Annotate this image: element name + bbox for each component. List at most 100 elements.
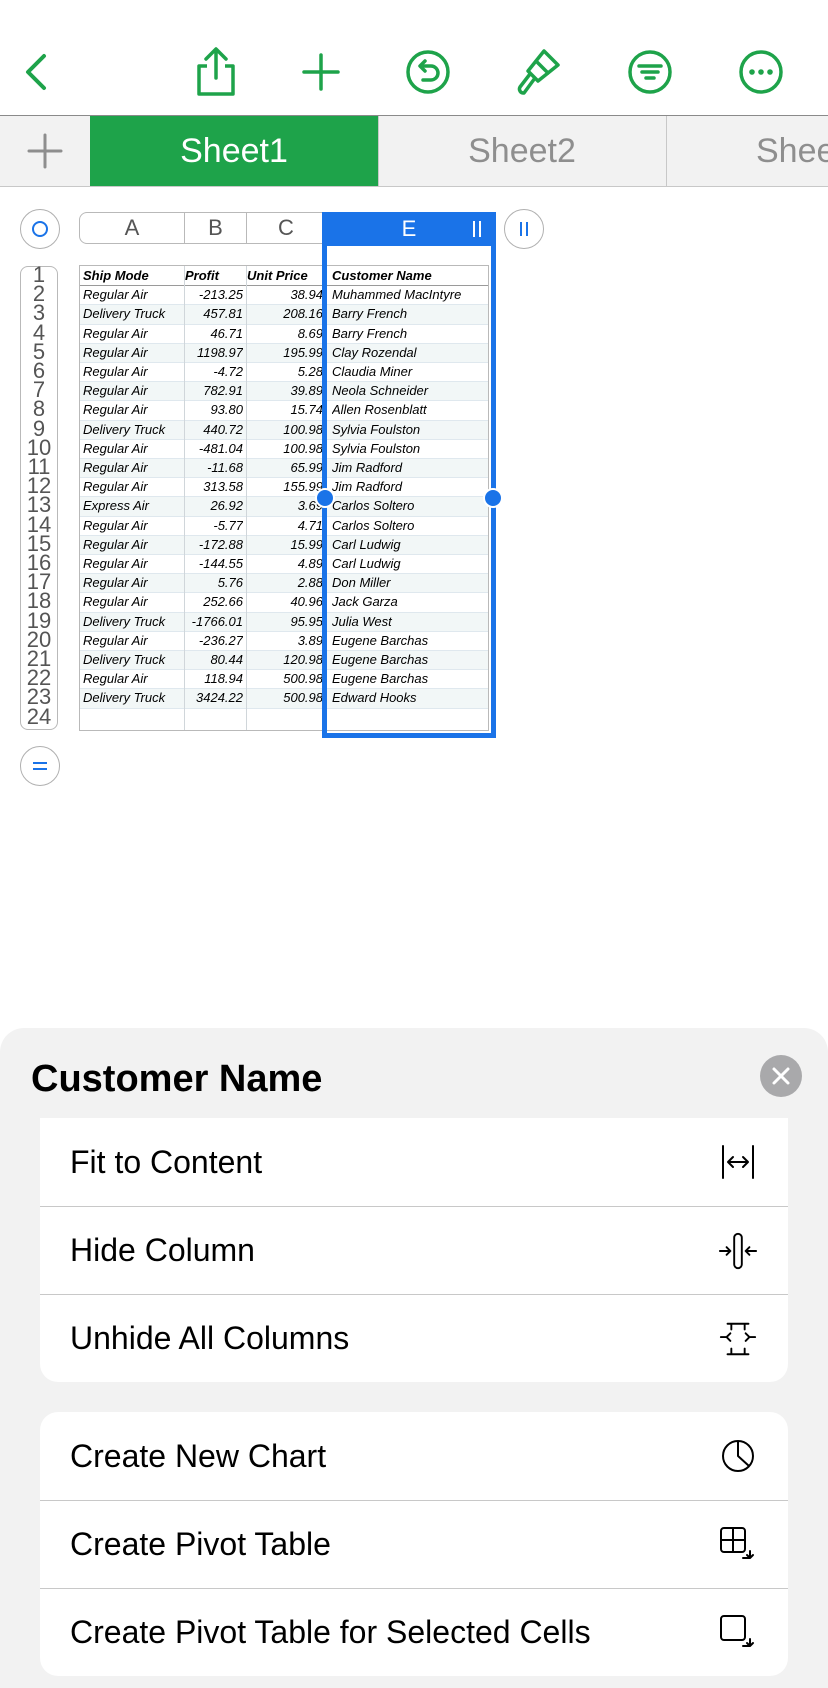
table-cell[interactable]: 2.88 (247, 573, 323, 592)
pivot-table-icon (718, 1525, 758, 1565)
table-cell[interactable]: Regular Air (83, 631, 183, 650)
table-cell[interactable]: -236.27 (185, 631, 243, 650)
table-cell[interactable]: 95.95 (247, 612, 323, 631)
table-cell[interactable]: 4.71 (247, 516, 323, 535)
selection-handle-right[interactable] (483, 488, 503, 508)
table-cell[interactable]: 155.99 (247, 477, 323, 496)
table-cell[interactable]: Regular Air (83, 535, 183, 554)
add-row-handle[interactable] (20, 746, 60, 786)
table-cell[interactable]: Regular Air (83, 592, 183, 611)
select-table-button[interactable] (20, 209, 60, 249)
undo-button[interactable] (400, 44, 456, 100)
table-cell[interactable]: -11.68 (185, 458, 243, 477)
table-cell[interactable]: 3424.22 (185, 688, 243, 707)
table-cell[interactable]: Delivery Truck (83, 612, 183, 631)
table-cell[interactable]: 5.76 (185, 573, 243, 592)
table-cell[interactable]: Regular Air (83, 554, 183, 573)
create-pivot-table-item[interactable]: Create Pivot Table (40, 1500, 788, 1588)
close-icon (772, 1067, 790, 1085)
column-header-b[interactable]: B (184, 212, 247, 244)
table-cell[interactable]: Regular Air (83, 669, 183, 688)
format-button[interactable] (510, 44, 566, 100)
table-cell[interactable]: -144.55 (185, 554, 243, 573)
table-cell[interactable]: 120.98 (247, 650, 323, 669)
table-cell[interactable]: Delivery Truck (83, 688, 183, 707)
table-header-cell[interactable]: Profit (185, 266, 243, 285)
table-cell[interactable]: Regular Air (83, 573, 183, 592)
table-header-cell[interactable]: Unit Price (247, 266, 323, 285)
add-sheet-button[interactable] (0, 116, 91, 186)
table-cell[interactable]: -481.04 (185, 439, 243, 458)
table-cell[interactable]: 3.69 (247, 496, 323, 515)
table-cell[interactable]: 195.99 (247, 343, 323, 362)
table-cell[interactable]: 5.28 (247, 362, 323, 381)
selection-handle-left[interactable] (315, 488, 335, 508)
table-cell[interactable]: 1198.97 (185, 343, 243, 362)
table-cell[interactable]: 39.89 (247, 381, 323, 400)
table-cell[interactable]: Regular Air (83, 400, 183, 419)
table-cell[interactable]: -5.77 (185, 516, 243, 535)
more-button[interactable] (733, 44, 789, 100)
add-column-handle[interactable] (504, 209, 544, 249)
table-cell[interactable]: 46.71 (185, 324, 243, 343)
table-cell[interactable]: Delivery Truck (83, 650, 183, 669)
tab-sheet1[interactable]: Sheet1 (90, 116, 379, 186)
table-cell[interactable]: 118.94 (185, 669, 243, 688)
table-cell[interactable]: Regular Air (83, 381, 183, 400)
share-button[interactable] (188, 44, 244, 100)
fit-to-content-item[interactable]: Fit to Content (40, 1118, 788, 1206)
table-cell[interactable]: 208.16 (247, 304, 323, 323)
table-cell[interactable]: -172.88 (185, 535, 243, 554)
table-cell[interactable]: 313.58 (185, 477, 243, 496)
table-cell[interactable]: Express Air (83, 496, 183, 515)
table-cell[interactable]: Regular Air (83, 362, 183, 381)
table-cell[interactable]: 15.99 (247, 535, 323, 554)
hide-column-item[interactable]: Hide Column (40, 1206, 788, 1294)
tab-sheet3[interactable]: Shee (666, 116, 828, 186)
table-cell[interactable]: 3.89 (247, 631, 323, 650)
table-cell[interactable]: Regular Air (83, 324, 183, 343)
table-cell[interactable]: 80.44 (185, 650, 243, 669)
table-cell[interactable]: 4.89 (247, 554, 323, 573)
organize-button[interactable] (622, 44, 678, 100)
table-cell[interactable]: 100.98 (247, 439, 323, 458)
table-cell[interactable]: 40.96 (247, 592, 323, 611)
row-number[interactable]: 24 (22, 705, 56, 727)
close-button[interactable] (760, 1055, 802, 1097)
table-cell[interactable]: Regular Air (83, 516, 183, 535)
tab-sheet2[interactable]: Sheet2 (378, 116, 667, 186)
table-cell[interactable]: 457.81 (185, 304, 243, 323)
table-cell[interactable]: 252.66 (185, 592, 243, 611)
create-new-chart-item[interactable]: Create New Chart (40, 1412, 788, 1500)
row-handle-icon (33, 762, 47, 770)
table-cell[interactable]: 100.98 (247, 420, 323, 439)
table-cell[interactable]: Regular Air (83, 285, 183, 304)
table-cell[interactable]: Regular Air (83, 477, 183, 496)
table-cell[interactable]: -213.25 (185, 285, 243, 304)
back-button[interactable] (10, 44, 66, 100)
table-cell[interactable]: 500.98 (247, 669, 323, 688)
unhide-all-columns-item[interactable]: Unhide All Columns (40, 1294, 788, 1382)
table-cell[interactable]: 15.74 (247, 400, 323, 419)
table-cell[interactable]: Regular Air (83, 343, 183, 362)
table-cell[interactable]: Regular Air (83, 439, 183, 458)
table-header-cell[interactable]: Ship Mode (83, 266, 183, 285)
table-cell[interactable]: -4.72 (185, 362, 243, 381)
table-cell[interactable]: Delivery Truck (83, 304, 183, 323)
table-cell[interactable]: 93.80 (185, 400, 243, 419)
table-cell[interactable]: 500.98 (247, 688, 323, 707)
column-header-a[interactable]: A (79, 212, 185, 244)
table-cell[interactable]: -1766.01 (185, 612, 243, 631)
table-cell[interactable]: Delivery Truck (83, 420, 183, 439)
create-pivot-selected-item[interactable]: Create Pivot Table for Selected Cells (40, 1588, 788, 1676)
table-cell[interactable]: 38.94 (247, 285, 323, 304)
table-cell[interactable]: 440.72 (185, 420, 243, 439)
add-button[interactable] (293, 44, 349, 100)
table-cell[interactable]: 26.92 (185, 496, 243, 515)
table-cell[interactable]: 8.69 (247, 324, 323, 343)
table-cell[interactable]: 65.99 (247, 458, 323, 477)
table-cell[interactable]: 782.91 (185, 381, 243, 400)
table-cell[interactable]: Regular Air (83, 458, 183, 477)
column-header-c[interactable]: C (246, 212, 326, 244)
undo-icon (406, 50, 450, 94)
